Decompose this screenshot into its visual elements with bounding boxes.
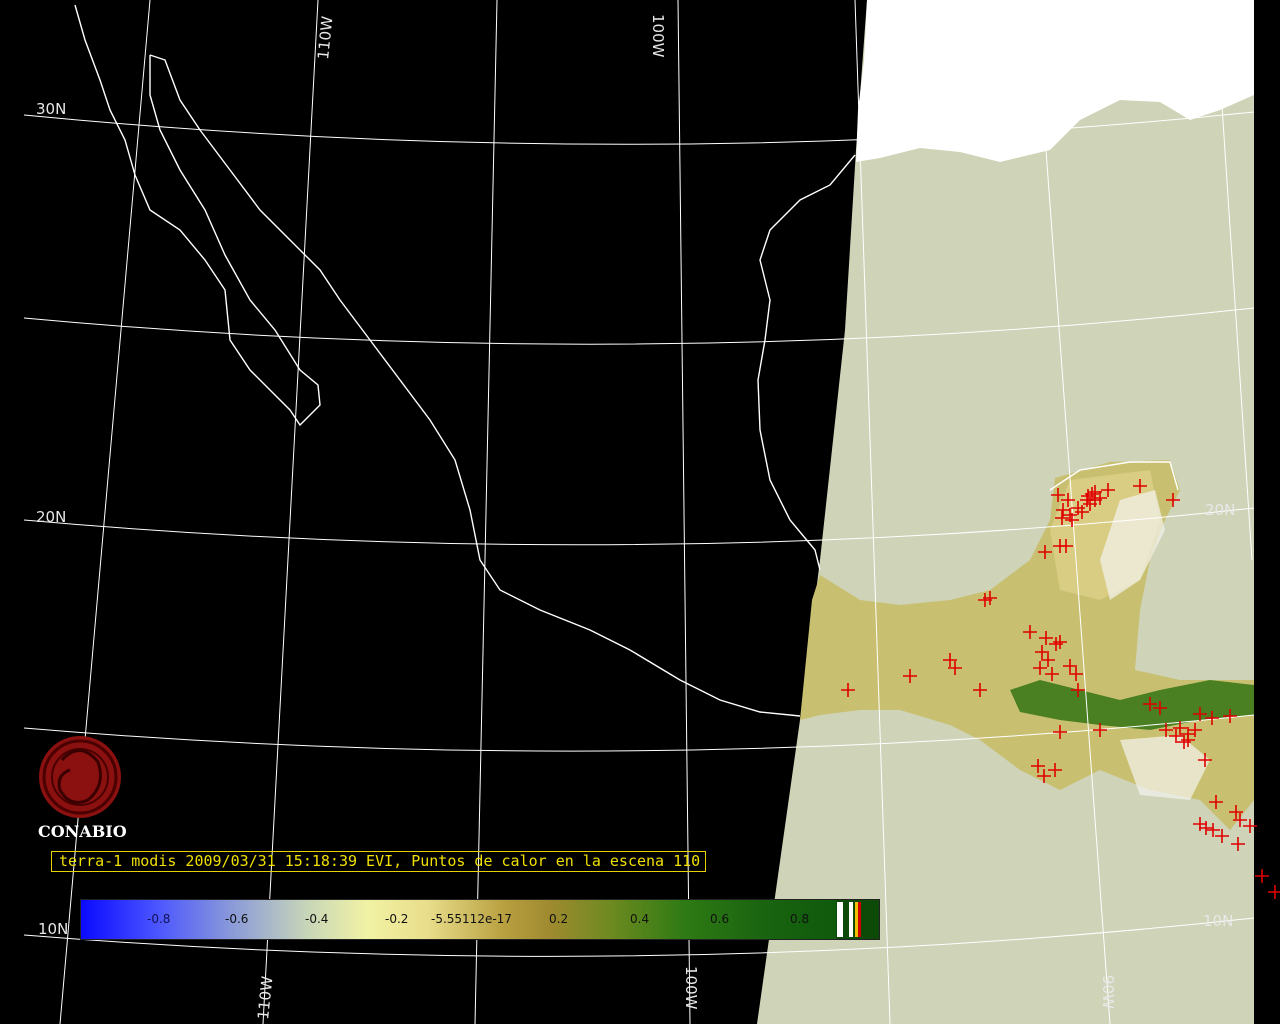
colorbar-class-white-2 <box>849 902 853 937</box>
lon-label-90w-bottom: 90W <box>1099 975 1117 1009</box>
lat-label-10n-left: 10N <box>38 920 68 938</box>
colorbar: -0.8 -0.6 -0.4 -0.2 -5.55112e-17 0.2 0.4… <box>80 899 880 940</box>
colorbar-tick: -0.2 <box>385 912 409 926</box>
lat-label-20n-right: 20N <box>1205 501 1235 519</box>
colorbar-class-red <box>858 902 861 937</box>
colorbar-tick: -5.55112e-17 <box>431 912 512 926</box>
lon-label-100w-top: 100W <box>649 14 667 58</box>
hotspot-marker <box>1255 869 1269 883</box>
lon-label-110w-top: 110W <box>314 15 336 60</box>
coast-baja-california <box>74 4 321 427</box>
lat-label-10n-right: 10N <box>1203 912 1233 930</box>
lon-label-100w-bottom: 100W <box>682 966 700 1010</box>
hotspot-marker <box>1268 885 1280 899</box>
colorbar-tick: -0.6 <box>225 912 249 926</box>
lat-label-20n-left: 20N <box>36 508 66 526</box>
conabio-logo-icon <box>39 736 121 818</box>
colorbar-class-white-1 <box>837 902 843 937</box>
colorbar-tick: -0.8 <box>147 912 171 926</box>
coast-mainland-pacific <box>149 54 801 717</box>
lat-label-30n: 30N <box>36 100 66 118</box>
colorbar-tick: 0.2 <box>549 912 569 926</box>
conabio-logo-text: CONABIO <box>38 822 127 841</box>
colorbar-tick: 0.8 <box>790 912 810 926</box>
colorbar-tick: 0.6 <box>710 912 730 926</box>
lon-label-110w-bottom: 110W <box>254 975 276 1020</box>
scene-title: terra-1 modis 2009/03/31 15:18:39 EVI, P… <box>51 851 706 872</box>
colorbar-tick: -0.4 <box>305 912 329 926</box>
colorbar-tick: 0.4 <box>630 912 650 926</box>
